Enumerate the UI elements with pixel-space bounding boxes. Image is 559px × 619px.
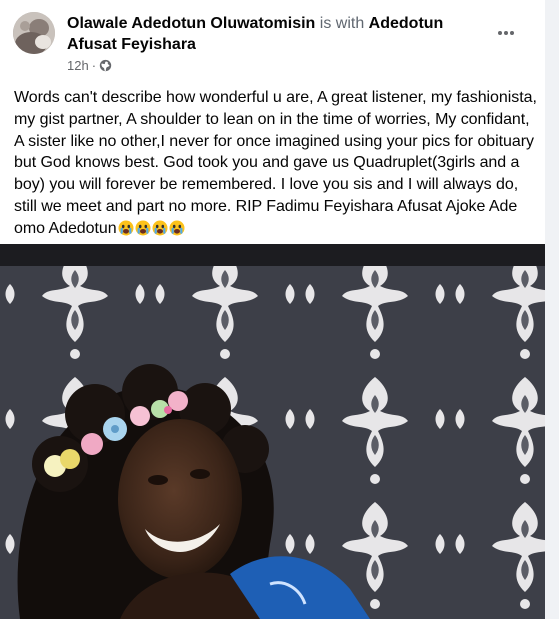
- author-avatar[interactable]: [13, 12, 55, 54]
- post-timestamp[interactable]: 12h: [67, 58, 89, 73]
- more-options-button[interactable]: [488, 15, 524, 51]
- crying-face-emoji: [118, 220, 134, 236]
- woman-with-flower-crown-photo: [0, 244, 545, 619]
- author-name-link[interactable]: Olawale Adedotun Oluwatomisin: [67, 15, 315, 32]
- crying-face-emoji: [169, 220, 185, 236]
- post-title: Olawale Adedotun Oluwatomisin is with Ad…: [67, 13, 467, 55]
- page-background: [545, 0, 559, 619]
- emoji-row: [117, 220, 185, 237]
- post-card: Olawale Adedotun Oluwatomisin is with Ad…: [0, 0, 545, 619]
- globe-icon[interactable]: [99, 59, 112, 72]
- crying-face-emoji: [152, 220, 168, 236]
- avatar-image: [13, 12, 55, 54]
- more-horizontal-icon: [498, 31, 514, 35]
- post-meta: 12h ·: [67, 58, 112, 73]
- post-photo[interactable]: [0, 244, 545, 619]
- post-header: Olawale Adedotun Oluwatomisin is with Ad…: [0, 0, 545, 84]
- meta-separator: ·: [91, 58, 97, 73]
- post-message-text: Words can't describe how wonderful u are…: [14, 89, 537, 237]
- with-text: is with: [315, 15, 369, 32]
- crying-face-emoji: [135, 220, 151, 236]
- post-message: Words can't describe how wonderful u are…: [14, 87, 540, 240]
